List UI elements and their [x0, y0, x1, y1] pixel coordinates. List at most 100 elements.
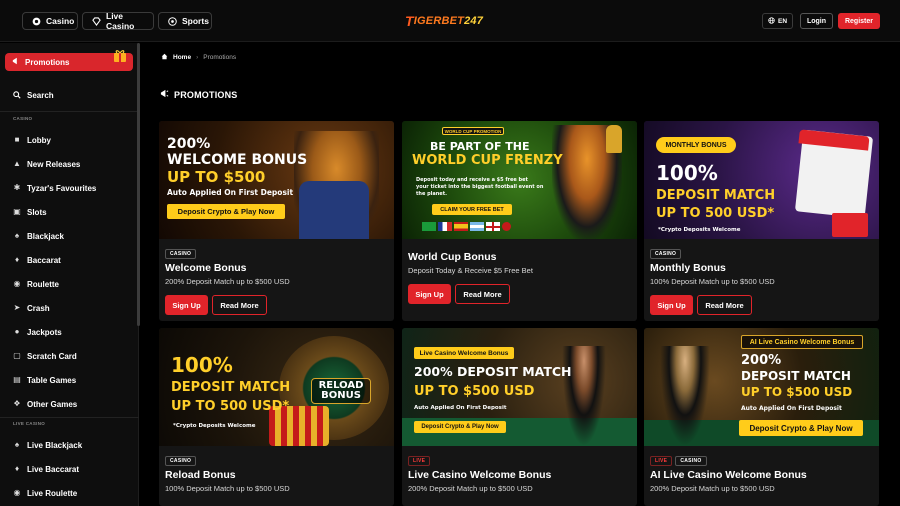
breadcrumb-home-link[interactable]: Home [173, 54, 191, 61]
sidebar-item-label: Slots [27, 207, 47, 217]
banner-badge: WORLD CUP PROMOTION [442, 127, 504, 135]
promo-card-welcome-bonus: 200% WELCOME BONUS UP TO $500 Auto Appli… [159, 121, 394, 321]
promo-banner-monthly[interactable]: MONTHLY BONUS 100% DEPOSIT MATCH UP TO 5… [644, 121, 879, 239]
banner-cta: Deposit Crypto & Play Now [414, 421, 506, 433]
card-description: Deposit Today & Receive $5 Free Bet [408, 266, 533, 275]
sidebar-item-live-blackjack[interactable]: ♠ Live Blackjack [13, 438, 82, 452]
promo-banner-reload[interactable]: RELOAD BONUS 100% DEPOSIT MATCH UP TO 50… [159, 328, 394, 446]
nav-live-casino-button[interactable]: Live Casino [82, 11, 154, 31]
cards-icon: ♠ [14, 440, 20, 449]
logo-tiger-mark: T [405, 13, 414, 29]
site-logo[interactable]: T IGERBET 247 [405, 11, 483, 31]
home-icon [161, 53, 168, 62]
sidebar-item-roulette[interactable]: ◉ Roulette [13, 277, 60, 291]
read-more-button[interactable]: Read More [212, 295, 267, 315]
banner-subtext-1: Deposit today and receive a $5 free bet [416, 177, 528, 183]
sidebar-item-baccarat[interactable]: ♦ Baccarat [13, 253, 61, 267]
sidebar-item-label: Table Games [27, 375, 77, 385]
sidebar-item-new-releases[interactable]: ▲ New Releases [13, 157, 80, 171]
banner-badge: AI Live Casino Welcome Bonus [741, 335, 863, 349]
promo-banner-live-casino[interactable]: Live Casino Welcome Bonus 200% DEPOSIT M… [402, 328, 637, 446]
banner-headline-1: BE PART OF THE [430, 140, 530, 153]
sidebar-item-live-roulette[interactable]: ◉ Live Roulette [13, 486, 78, 500]
gift-box-illustration [832, 213, 868, 237]
read-more-button[interactable]: Read More [697, 295, 752, 315]
promo-card-world-cup-bonus: WORLD CUP PROMOTION BE PART OF THE WORLD… [402, 121, 637, 321]
sidebar-item-label: Other Games [27, 399, 78, 409]
sidebar-scrollbar[interactable] [137, 43, 140, 326]
card-actions: Sign Up Read More [408, 284, 510, 304]
search-icon [13, 91, 21, 99]
flag-icon [438, 222, 452, 231]
nav-sports-button[interactable]: Sports [158, 12, 212, 30]
card-title: Monthly Bonus [650, 262, 726, 274]
sidebar-item-label: Scratch Card [27, 351, 77, 361]
banner-disclaimer: *Crypto Deposits Welcome [173, 423, 256, 429]
sidebar-item-other-games[interactable]: ❖ Other Games [13, 397, 77, 411]
sidebar-item-blackjack[interactable]: ♠ Blackjack [13, 229, 64, 243]
nav-casino-button[interactable]: Casino [22, 12, 78, 30]
sidebar-item-live-baccarat[interactable]: ♦ Live Baccarat [13, 462, 79, 476]
banner-headline-1: 200% [741, 353, 782, 368]
sidebar-item-tyzars-favourites[interactable]: ✱ Tyzar's Favourites [13, 181, 97, 195]
dealer-illustration [562, 346, 606, 446]
language-button[interactable]: EN [762, 13, 793, 29]
sidebar-item-search[interactable]: Search [13, 88, 54, 102]
table-games-icon: ▤ [13, 375, 21, 384]
sign-up-button[interactable]: Sign Up [165, 295, 208, 315]
sidebar-item-slots[interactable]: ▣ Slots [13, 205, 47, 219]
casino-chip-icon [32, 17, 41, 26]
card-description: 200% Deposit Match up to $500 USD [165, 277, 290, 286]
promo-banner-ai-live-casino[interactable]: AI Live Casino Welcome Bonus 200% DEPOSI… [644, 328, 879, 446]
sidebar-item-lobby[interactable]: ■ Lobby [13, 133, 51, 147]
banner-badge: MONTHLY BONUS [656, 137, 736, 153]
tag-casino: CASINO [675, 456, 707, 466]
sidebar-item-label: Jackpots [27, 327, 62, 337]
chevron-right-icon: › [196, 54, 199, 61]
card-tags: CASINO [165, 456, 197, 466]
banner-disclaimer: *Crypto Deposits Welcome [658, 227, 741, 233]
card-title: AI Live Casino Welcome Bonus [650, 469, 807, 481]
sign-up-button[interactable]: Sign Up [408, 284, 451, 304]
flag-icon [486, 222, 500, 231]
sidebar-item-jackpots[interactable]: ● Jackpots [13, 325, 62, 339]
card-tags: CASINO [650, 249, 682, 259]
promo-card-ai-live-casino-welcome-bonus: AI Live Casino Welcome Bonus 200% DEPOSI… [644, 328, 879, 506]
card-description: 200% Deposit Match up to $500 USD [408, 484, 533, 493]
breadcrumb-current: Promotions [203, 54, 237, 61]
scratch-card-icon: ▢ [13, 351, 21, 360]
promo-card-live-casino-welcome-bonus: Live Casino Welcome Bonus 200% DEPOSIT M… [402, 328, 637, 506]
banner-headline-3: UP TO 500 USD* [171, 399, 290, 414]
tag-casino: CASINO [650, 249, 682, 259]
jackpot-icon: ● [14, 327, 20, 336]
sidebar-item-crash[interactable]: ➤ Crash [13, 301, 50, 315]
banner-headline-1: 100% [171, 353, 233, 377]
login-button[interactable]: Login [800, 13, 833, 29]
promo-card-reload-bonus: RELOAD BONUS 100% DEPOSIT MATCH UP TO 50… [159, 328, 394, 506]
register-button[interactable]: Register [838, 13, 880, 29]
suit-illustration [299, 181, 369, 239]
banner-headline-3: UP TO $500 USD [741, 385, 853, 399]
sidebar-divider [0, 417, 139, 418]
sidebar-item-label: New Releases [27, 159, 81, 169]
read-more-button[interactable]: Read More [455, 284, 510, 304]
trophy-illustration [606, 125, 622, 153]
sidebar: Promotions Search CASINO ■ Lobby ▲ New Rel… [0, 43, 139, 506]
banner-wheel-label: RELOAD BONUS [311, 378, 371, 404]
sign-up-button[interactable]: Sign Up [650, 295, 693, 315]
sidebar-item-table-games[interactable]: ▤ Table Games [13, 373, 76, 387]
sidebar-promotions-button[interactable]: Promotions [5, 50, 133, 71]
card-description: 200% Deposit Match up to $500 USD [650, 484, 775, 493]
banner-headline-1: 200% [167, 136, 211, 152]
diamond-icon [92, 16, 101, 26]
lobby-icon: ■ [14, 135, 20, 144]
logo-text: IGERBET [413, 15, 465, 27]
gift-icon [113, 48, 127, 63]
promo-banner-welcome[interactable]: 200% WELCOME BONUS UP TO $500 Auto Appli… [159, 121, 394, 239]
promo-banner-world-cup[interactable]: WORLD CUP PROMOTION BE PART OF THE WORLD… [402, 121, 637, 239]
card-tags: CASINO [165, 249, 197, 259]
banner-subtext-3: the planet. [416, 191, 447, 197]
sidebar-item-scratch-card[interactable]: ▢ Scratch Card [13, 349, 77, 363]
sidebar-item-label: Live Baccarat [27, 464, 80, 474]
card-actions: Sign Up Read More [165, 295, 267, 315]
